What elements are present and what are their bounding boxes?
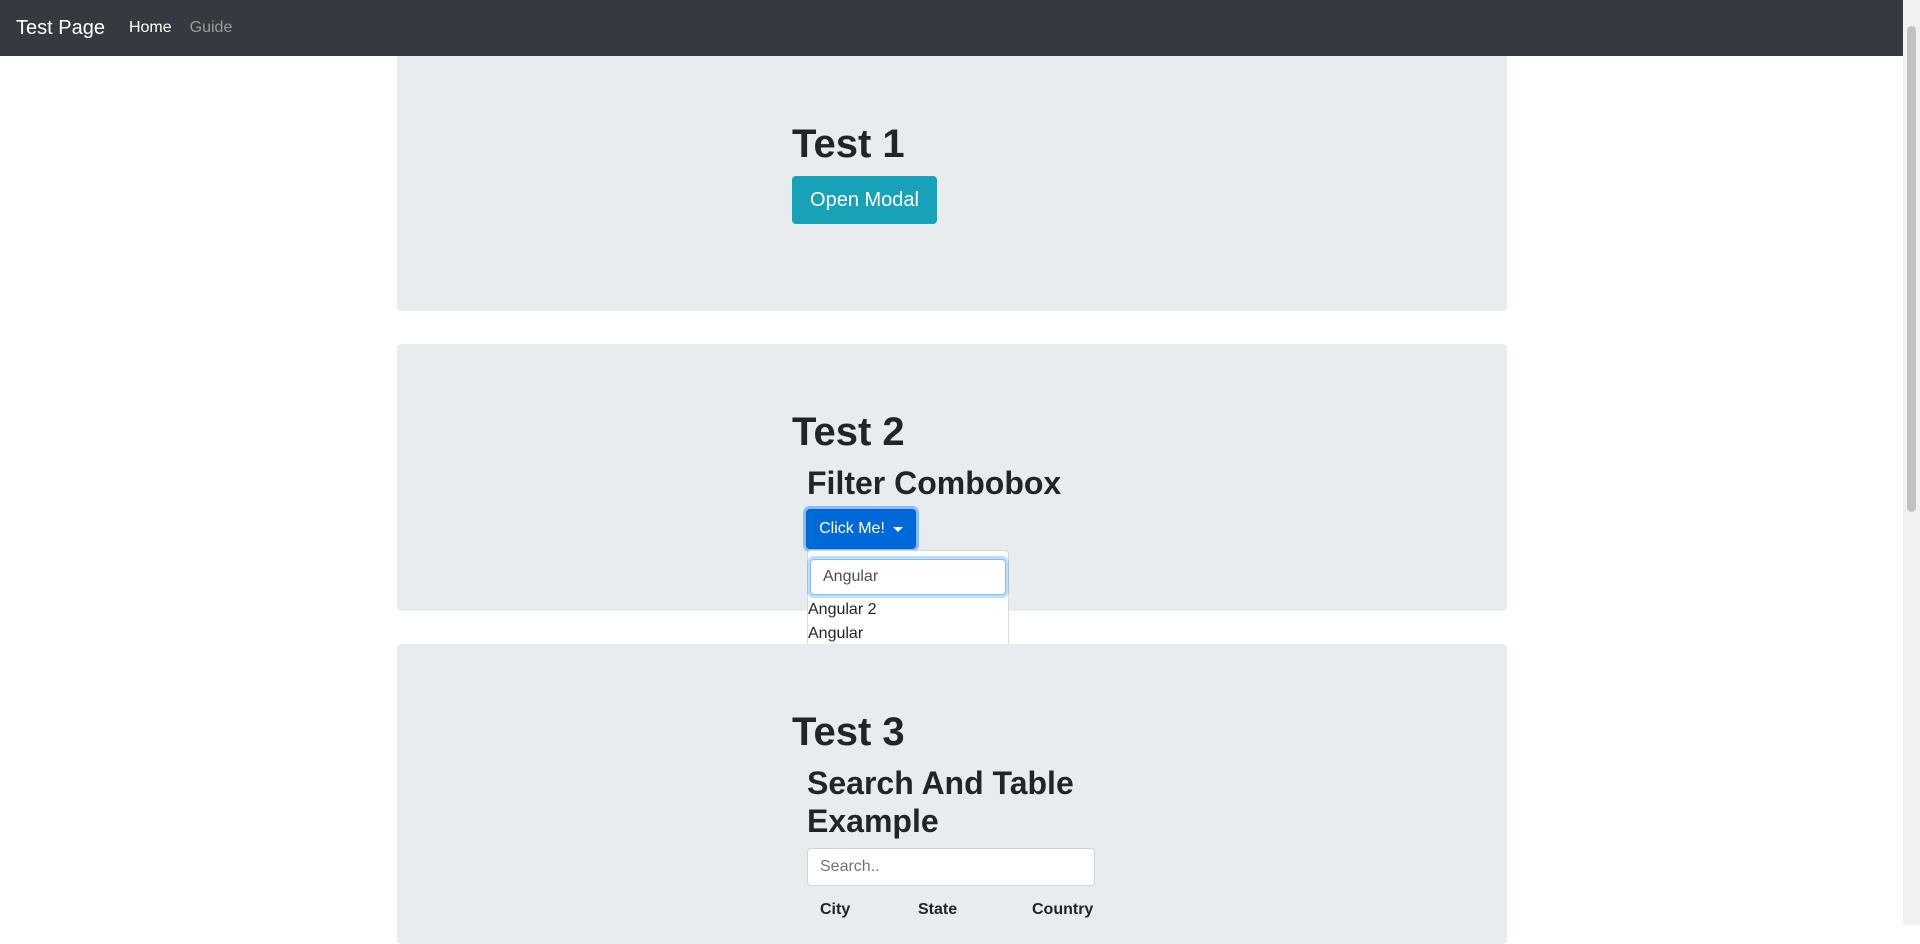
caret-down-icon [892, 526, 903, 532]
table-search-input[interactable] [807, 848, 1095, 886]
combobox-dropdown-menu: Angular 2 Angular [807, 550, 1009, 653]
open-modal-button[interactable]: Open Modal [792, 176, 937, 224]
click-me-dropdown-button[interactable]: Click Me! [806, 509, 916, 549]
test1-jumbotron [397, 56, 1507, 311]
table-header-state: State [918, 901, 958, 918]
nav-link-guide[interactable]: Guide [190, 19, 233, 37]
combobox-option[interactable]: Angular 2 [808, 601, 877, 619]
navbar-brand[interactable]: Test Page [16, 17, 105, 40]
test3-title: Test 3 [792, 710, 905, 754]
filter-combobox-title: Filter Combobox [807, 465, 1062, 501]
top-navbar: Test Page Home Guide [0, 0, 1903, 56]
click-me-label: Click Me! [819, 520, 885, 537]
test1-title: Test 1 [792, 122, 905, 166]
nav-link-home[interactable]: Home [129, 19, 172, 37]
page-scrollbar[interactable] [1903, 0, 1920, 925]
combobox-option[interactable]: Angular [808, 625, 863, 643]
test2-title: Test 2 [792, 410, 905, 454]
combobox-filter-input[interactable] [810, 559, 1006, 595]
scrollbar-thumb[interactable] [1907, 26, 1916, 512]
table-header-city: City [820, 901, 851, 918]
search-table-title-line2: Example [807, 803, 939, 839]
search-table-title-line1: Search And Table [807, 765, 1074, 801]
table-header-country: Country [1032, 901, 1094, 918]
